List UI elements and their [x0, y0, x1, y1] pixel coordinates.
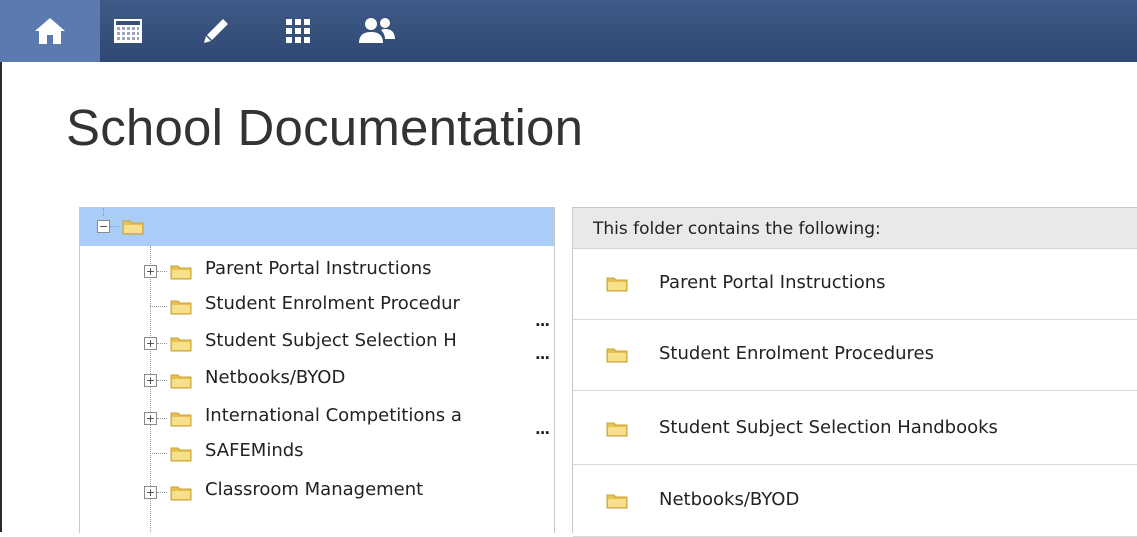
tree-line [110, 226, 120, 228]
folder-icon [170, 486, 192, 501]
tree-item-label: Netbooks/BYOD [205, 367, 346, 388]
folder-icon [606, 348, 628, 363]
window-border [0, 62, 2, 532]
tree-item-label: Student Subject Selection H [205, 330, 457, 351]
expand-icon[interactable]: + [144, 265, 157, 278]
tree-item-label: SAFEMinds [205, 440, 304, 461]
tree-line [103, 208, 105, 216]
expand-icon[interactable]: + [144, 412, 157, 425]
people-icon [359, 18, 395, 43]
tree-line [157, 492, 167, 494]
expand-icon[interactable]: + [144, 374, 157, 387]
tree-item-label: Parent Portal Instructions [205, 258, 432, 279]
content-item-label: Student Enrolment Procedures [659, 343, 934, 364]
tree-root-row[interactable]: − [80, 208, 554, 246]
tree-item[interactable]: SAFEMinds [80, 435, 554, 471]
contents-header: This folder contains the following: [573, 208, 1137, 249]
tree-item[interactable]: + Classroom Management [80, 474, 554, 510]
tree-item[interactable]: + Parent Portal Instructions [80, 253, 554, 289]
content-item[interactable]: Netbooks/BYOD [573, 466, 1137, 537]
folder-icon [606, 422, 628, 437]
tree-line [157, 271, 167, 273]
folder-icon [170, 412, 192, 427]
content-item-label: Student Subject Selection Handbooks [659, 417, 998, 438]
grid-icon [286, 19, 310, 43]
tree-item-label: International Competitions a [205, 405, 462, 426]
folder-tree: − + Parent Portal Instructions Student E… [79, 207, 555, 533]
tree-line [150, 453, 167, 455]
contents-header-label: This folder contains the following: [593, 219, 881, 239]
nav-calendar-button[interactable] [100, 0, 156, 62]
pencil-icon [204, 19, 228, 43]
tree-line [157, 380, 167, 382]
collapse-icon[interactable]: − [97, 220, 110, 233]
nav-apps-button[interactable] [270, 0, 326, 62]
tree-item[interactable]: Student Enrolment Procedur ... [80, 288, 554, 330]
tree-item[interactable]: + International Competitions a ... [80, 400, 554, 438]
content-item-label: Parent Portal Instructions [659, 272, 886, 293]
expand-icon[interactable]: + [144, 486, 157, 499]
tree-line [157, 343, 167, 345]
nav-home-button[interactable] [0, 0, 100, 62]
content-item[interactable]: Student Subject Selection Handbooks [573, 394, 1137, 465]
tree-item[interactable]: + Student Subject Selection H ... [80, 325, 554, 363]
tree-item[interactable]: + Netbooks/BYOD [80, 362, 554, 398]
nav-edit-button[interactable] [188, 0, 244, 62]
folder-icon [122, 220, 144, 235]
content-item[interactable]: Parent Portal Instructions [573, 249, 1137, 320]
folder-icon [170, 300, 192, 315]
calendar-icon [114, 19, 142, 43]
expand-icon[interactable]: + [144, 337, 157, 350]
folder-contents-panel: This folder contains the following: Pare… [572, 207, 1137, 537]
content-item-label: Netbooks/BYOD [659, 489, 800, 510]
tree-line [150, 306, 167, 308]
content-item[interactable]: Student Enrolment Procedures [573, 320, 1137, 391]
folder-icon [170, 265, 192, 280]
folder-icon [170, 337, 192, 352]
top-nav-bar [0, 0, 1137, 62]
folder-icon [606, 277, 628, 292]
tree-line [157, 418, 167, 420]
tree-item-label: Student Enrolment Procedur [205, 293, 460, 314]
folder-icon [606, 494, 628, 509]
folder-icon [170, 447, 192, 462]
nav-people-button[interactable] [346, 0, 408, 62]
tree-item-label: Classroom Management [205, 479, 424, 500]
home-icon [35, 18, 65, 44]
truncation-ellipsis: ... [535, 345, 550, 363]
folder-icon [170, 374, 192, 389]
page-title: School Documentation [66, 99, 584, 156]
